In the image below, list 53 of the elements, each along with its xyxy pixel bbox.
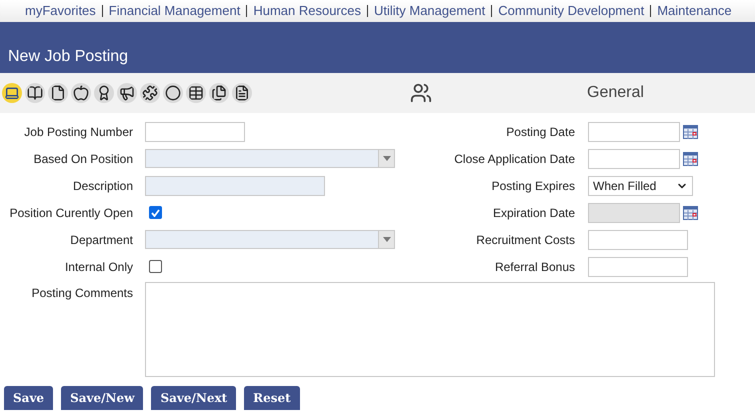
field-label: Close Application Date (453, 150, 575, 168)
field-label: Expiration Date (492, 204, 575, 222)
field-label: Posting Expires (490, 178, 575, 194)
checkbox[interactable] (149, 206, 162, 219)
nav-link[interactable]: Utility Management (374, 1, 486, 21)
calendar-icon[interactable] (683, 206, 698, 220)
dropdown-field[interactable]: When Filled (588, 176, 693, 196)
nav-link[interactable]: myFavorites (25, 1, 96, 21)
laptop-icon[interactable] (2, 83, 22, 103)
field-label: Position Curently Open (8, 204, 133, 222)
document-icon[interactable] (48, 83, 68, 103)
text-field[interactable] (145, 122, 245, 142)
puzzle-icon[interactable] (140, 83, 160, 103)
dropdown-field[interactable] (145, 149, 395, 168)
nav-link[interactable]: Maintenance (657, 1, 732, 21)
table-icon[interactable] (186, 83, 206, 103)
field-label: Based On Position (32, 150, 133, 168)
action-button[interactable]: Save (4, 386, 54, 410)
field-label: Department (69, 232, 133, 248)
date-field[interactable] (588, 122, 680, 142)
caret-icon (382, 156, 390, 161)
text-field[interactable] (588, 230, 688, 250)
notes-icon[interactable] (232, 83, 252, 103)
section-title: General (587, 83, 644, 103)
calendar-icon[interactable] (683, 124, 698, 138)
action-button[interactable]: Save/New (61, 386, 144, 410)
page-title: New Job Posting (8, 47, 128, 67)
field-label: Posting Comments (30, 285, 133, 302)
field-label: Internal Only (64, 258, 133, 276)
field-label: Recruitment Costs (475, 232, 575, 248)
nav-link[interactable]: Human Resources (253, 1, 361, 21)
megaphone-icon[interactable] (117, 83, 137, 103)
text-field[interactable] (588, 256, 688, 276)
nav-link[interactable]: Community Development (498, 1, 644, 21)
book-icon[interactable] (25, 83, 45, 103)
apple-icon[interactable] (71, 83, 91, 103)
caret-icon (382, 237, 390, 242)
nav-link[interactable]: Financial Management (108, 1, 240, 21)
dropdown-field[interactable] (145, 230, 395, 249)
field-label: Job Posting Number (23, 124, 133, 140)
documents-icon[interactable] (209, 83, 229, 103)
field-label: Description (72, 178, 133, 194)
date-field[interactable] (588, 148, 680, 168)
field-label: Referral Bonus (494, 258, 575, 276)
checkbox[interactable] (149, 260, 162, 273)
calendar-icon[interactable] (683, 152, 698, 166)
action-button[interactable]: Reset (244, 386, 300, 410)
people-icon[interactable] (410, 82, 432, 104)
action-button[interactable]: Save/Next (151, 386, 236, 410)
comments-field[interactable] (145, 282, 715, 377)
text-field[interactable] (145, 176, 325, 196)
award-icon[interactable] (94, 83, 114, 103)
field-label: Posting Date (505, 124, 575, 140)
